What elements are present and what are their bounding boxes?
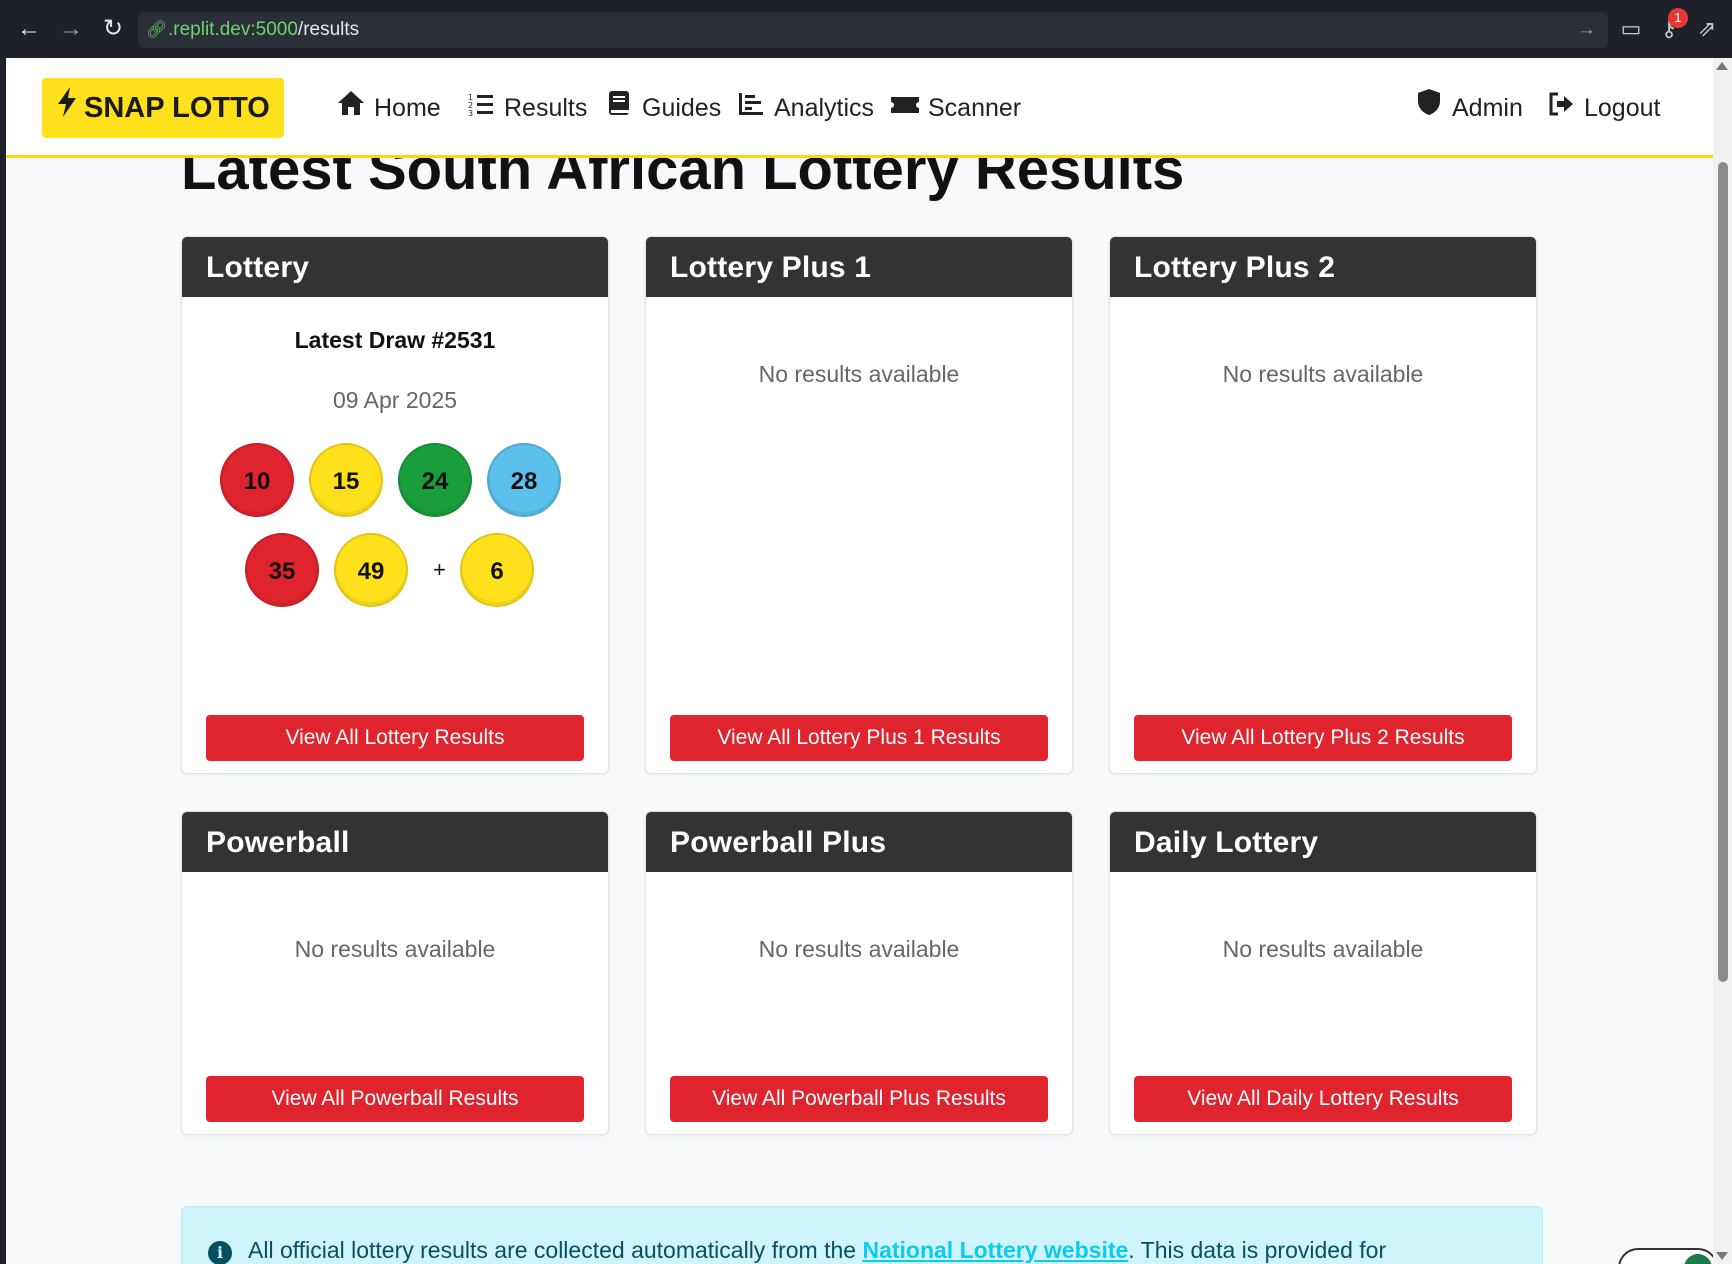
bonus-ball: 6 [460, 533, 534, 607]
national-lottery-link[interactable]: National Lottery website [862, 1237, 1128, 1263]
nav-scanner[interactable]: Scanner [890, 88, 1021, 128]
latest-draw-label: Latest Draw #2531 [294, 327, 496, 353]
lotto-ball: 28 [487, 443, 561, 517]
url-path: /results [297, 19, 360, 40]
no-results-text: No results available [758, 361, 960, 387]
card-title: Powerball [182, 812, 608, 872]
nav-guides[interactable]: Guides [604, 88, 721, 128]
brand-logo[interactable]: SNAP LOTTO [42, 78, 284, 138]
no-results-text: No results available [1222, 936, 1424, 962]
address-bar[interactable]: 🔗︎ .replit.dev:5000/results → [138, 12, 1608, 48]
nav-admin-label: Admin [1452, 94, 1523, 122]
no-results-text: No results available [758, 936, 960, 962]
page-viewport: Latest South African Lottery Results SNA… [6, 58, 1713, 1264]
back-icon[interactable]: ← [14, 14, 44, 44]
shield-icon [1414, 88, 1444, 129]
info-icon: i [208, 1241, 232, 1264]
lotto-ball: 15 [309, 443, 383, 517]
sign-out-icon [1546, 89, 1576, 129]
card-lottery-plus-1: Lottery Plus 1 No results available View… [645, 236, 1073, 774]
card-powerball: Powerball No results available View All … [181, 811, 609, 1135]
card-lottery: Lottery Latest Draw #2531 09 Apr 2025 10… [181, 236, 609, 774]
brand-name: SNAP LOTTO [84, 92, 270, 124]
view-all-daily-lottery-button[interactable]: View All Daily Lottery Results [1134, 1076, 1512, 1122]
alert-text: All official lottery results are collect… [248, 1237, 1386, 1264]
nav-logout[interactable]: Logout [1546, 88, 1660, 128]
nav-home-label: Home [374, 94, 441, 122]
card-title: Lottery [182, 237, 608, 297]
no-results-text: No results available [1222, 361, 1424, 387]
nav-analytics[interactable]: Analytics [736, 88, 874, 128]
nav-home[interactable]: Home [336, 88, 441, 128]
lotto-ball: 10 [220, 443, 294, 517]
nav-logout-label: Logout [1584, 94, 1661, 122]
view-all-powerball-plus-button[interactable]: View All Powerball Plus Results [670, 1076, 1048, 1122]
nav-scanner-label: Scanner [928, 94, 1022, 122]
home-icon [336, 89, 366, 129]
no-results-text: No results available [294, 936, 496, 962]
go-arrow-icon[interactable]: → [1577, 12, 1596, 48]
alert-text-before: All official lottery results are collect… [248, 1237, 863, 1263]
chart-bar-icon [736, 89, 766, 129]
scroll-up-icon[interactable] [1716, 62, 1728, 70]
view-all-lottery-plus-2-button[interactable]: View All Lottery Plus 2 Results [1134, 715, 1512, 761]
browser-toolbar: ← → ↻ 🔗︎ .replit.dev:5000/results → ▭ ⚷ … [0, 0, 1732, 58]
nav-guides-label: Guides [642, 94, 722, 122]
card-title: Lottery Plus 1 [646, 237, 1072, 297]
alert-text-after: . This data is provided for [1128, 1237, 1387, 1263]
card-daily-lottery: Daily Lottery No results available View … [1109, 811, 1537, 1135]
reload-icon[interactable]: ↻ [98, 14, 128, 44]
forward-icon[interactable]: → [56, 14, 86, 44]
plus-sign: + [433, 557, 446, 582]
view-all-lottery-button[interactable]: View All Lottery Results [206, 715, 584, 761]
info-alert: i All official lottery results are colle… [181, 1206, 1543, 1264]
ticket-icon [890, 89, 920, 129]
scrollbar[interactable] [1713, 58, 1732, 1264]
notification-badge: 1 [1668, 8, 1688, 28]
lotto-ball: 24 [398, 443, 472, 517]
card-title: Lottery Plus 2 [1110, 237, 1536, 297]
view-all-lottery-plus-1-button[interactable]: View All Lottery Plus 1 Results [670, 715, 1048, 761]
book-icon [604, 89, 634, 129]
external-link-icon[interactable]: ⇗ [1692, 14, 1722, 44]
navbar: SNAP LOTTO Home 123 Results Guides Analy… [6, 58, 1713, 158]
card-lottery-plus-2: Lottery Plus 2 No results available View… [1109, 236, 1537, 774]
card-title: Powerball Plus [646, 812, 1072, 872]
monitor-icon[interactable]: ▭ [1616, 14, 1646, 44]
nav-results[interactable]: 123 Results [466, 88, 587, 128]
scroll-thumb[interactable] [1718, 162, 1728, 982]
link-icon: 🔗︎ [146, 20, 168, 39]
view-all-powerball-button[interactable]: View All Powerball Results [206, 1076, 584, 1122]
theme-toggle[interactable] [1618, 1248, 1713, 1264]
scroll-down-icon[interactable] [1716, 1252, 1728, 1260]
nav-results-label: Results [504, 94, 588, 122]
list-ol-icon: 123 [466, 89, 496, 129]
nav-admin[interactable]: Admin [1414, 88, 1523, 128]
draw-date: 09 Apr 2025 [332, 387, 458, 413]
card-powerball-plus: Powerball Plus No results available View… [645, 811, 1073, 1135]
card-title: Daily Lottery [1110, 812, 1536, 872]
bolt-icon [56, 78, 78, 138]
url-host: .replit.dev:5000 [168, 19, 298, 40]
nav-analytics-label: Analytics [774, 94, 875, 122]
lotto-ball: 49 [334, 533, 408, 607]
lotto-ball: 35 [245, 533, 319, 607]
toggle-knob [1684, 1254, 1712, 1264]
svg-text:3: 3 [468, 109, 473, 116]
